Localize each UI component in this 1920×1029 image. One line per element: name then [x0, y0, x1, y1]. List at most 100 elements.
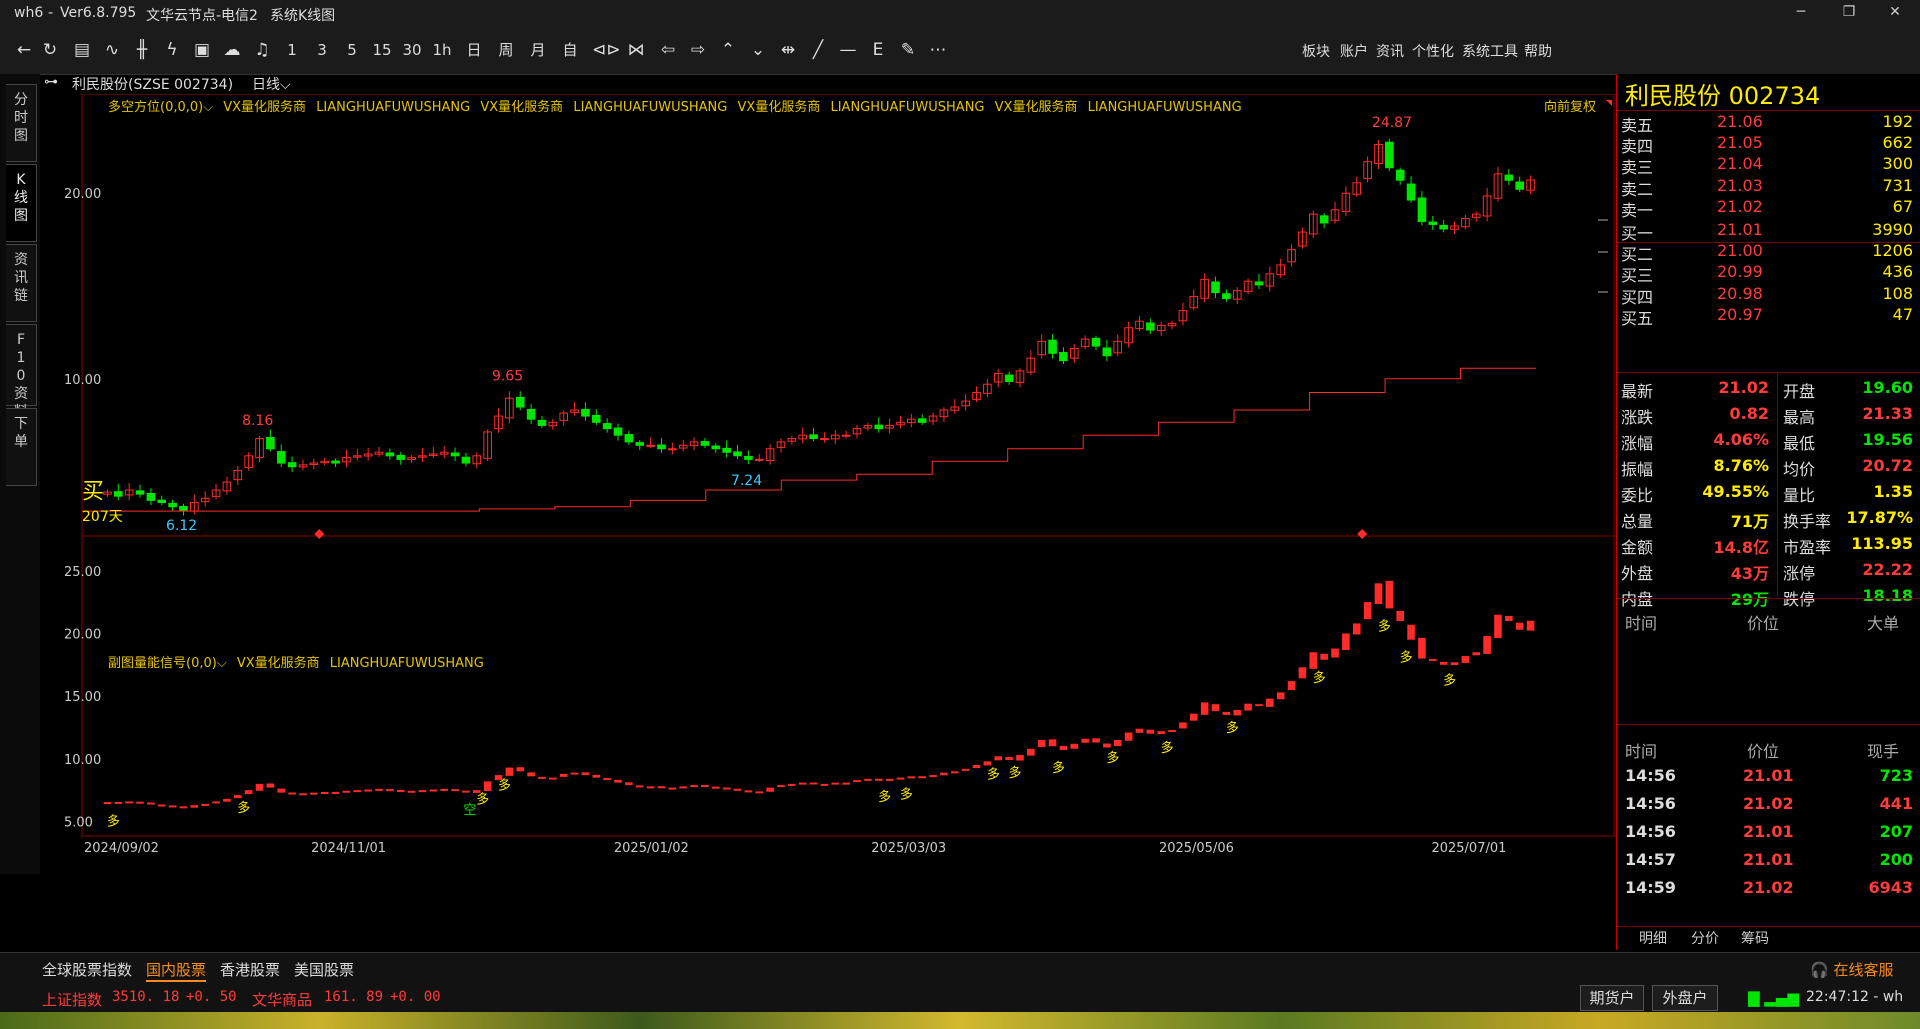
sub-signal-bar	[179, 806, 188, 809]
tab-price-dist[interactable]: 分价	[1691, 928, 1719, 948]
period-week[interactable]: 周	[494, 38, 518, 62]
bid-row[interactable]: 买一 21.01 3990	[1617, 220, 1920, 243]
index2-name[interactable]: 文华商品	[252, 989, 312, 1010]
tick-time: 14:56	[1625, 766, 1676, 785]
tab-timeshare[interactable]: 分时图	[6, 84, 37, 162]
long-signal-label: 多	[498, 778, 511, 794]
bid-row[interactable]: 买三 20.99 436	[1617, 262, 1920, 285]
ask-row[interactable]: 卖二 21.03 731	[1617, 176, 1920, 199]
tab-domestic-stock[interactable]: 国内股票	[146, 959, 207, 982]
candle-body	[1417, 197, 1427, 222]
zoom-in-icon[interactable]: ⊲⊳	[592, 38, 621, 62]
sub-signal-bar	[1037, 740, 1046, 748]
sub-ind-text: VX量化服务商	[236, 656, 320, 671]
crosshair-icon[interactable]: ⇹	[776, 38, 800, 62]
period-3[interactable]: 3	[310, 38, 334, 62]
panel-icon[interactable]: ▣	[190, 38, 214, 62]
bid-row[interactable]: 买二 21.00 1206	[1617, 241, 1920, 264]
back-icon[interactable]: ←	[12, 38, 36, 62]
period-custom[interactable]: 自	[558, 38, 582, 62]
tab-news-chain[interactable]: 资讯链	[6, 244, 37, 322]
cloud-icon[interactable]: ☁	[220, 38, 244, 62]
level-volume: 67	[1892, 196, 1913, 216]
adjust-mode[interactable]: 向前复权	[1544, 96, 1596, 115]
period-day[interactable]: 日	[462, 38, 486, 62]
lightning-icon[interactable]: ϟ	[160, 38, 184, 62]
sub-signal-bar	[233, 795, 242, 799]
tab-detail[interactable]: 明细	[1639, 928, 1667, 948]
list-icon[interactable]: ▤	[70, 38, 94, 62]
tick-row[interactable]: 14:57 21.01 200	[1617, 846, 1920, 874]
period-1h[interactable]: 1h	[430, 38, 454, 62]
chevron-down-icon[interactable]: ⌵	[217, 656, 227, 671]
ind-text: VX量化服务商	[737, 100, 821, 115]
link-icon[interactable]: ⊶	[44, 74, 58, 90]
menu-help[interactable]: 帮助	[1524, 41, 1552, 61]
arrow-left-icon[interactable]: ⇦	[656, 38, 680, 62]
tick-price: 21.02	[1743, 794, 1794, 813]
online-service[interactable]: 🎧 在线客服	[1810, 959, 1893, 980]
tick-row[interactable]: 14:56 21.01 723	[1617, 762, 1920, 790]
ask-row[interactable]: 卖四 21.05 662	[1617, 133, 1920, 156]
fx-account-button[interactable]: 外盘户	[1652, 985, 1718, 1011]
candle-body	[1406, 183, 1416, 201]
kline-chart[interactable]: 20.00 10.00 25.00 20.00 15.00 10.00 5.00 2024/0…	[40, 94, 1616, 950]
hline-icon[interactable]: —	[836, 38, 860, 62]
tick-row[interactable]: 14:59 21.02 6943	[1617, 874, 1920, 902]
period-month[interactable]: 月	[526, 38, 550, 62]
sub-signal-bar	[364, 789, 372, 792]
arrow-up-icon[interactable]: ⌃	[716, 38, 740, 62]
tab-kline[interactable]: K线图	[6, 164, 37, 242]
minimize-icon[interactable]: ─	[1790, 4, 1812, 24]
tick-row[interactable]: 14:56 21.01 207	[1617, 818, 1920, 846]
draw-line-icon[interactable]: ╱	[806, 38, 830, 62]
menu-personalize[interactable]: 个性化	[1412, 41, 1454, 61]
bid-row[interactable]: 买五 20.97 47	[1617, 305, 1920, 328]
tick-row[interactable]: 14:56 21.02 441	[1617, 790, 1920, 818]
text-tool-icon[interactable]: Ε	[866, 38, 890, 62]
zoom-out-icon[interactable]: ⋈	[624, 38, 648, 62]
col-price: 价位	[1747, 742, 1780, 761]
ask-row[interactable]: 卖一 21.02 67	[1617, 196, 1920, 220]
menu-news[interactable]: 资讯	[1376, 41, 1404, 61]
period-5[interactable]: 5	[340, 38, 364, 62]
chevron-down-icon[interactable]: ⌵	[203, 100, 213, 115]
refresh-icon[interactable]: ↻	[38, 38, 62, 62]
bid-row[interactable]: 买四 20.98 108	[1617, 284, 1920, 307]
timeshare-icon[interactable]: ∿	[100, 38, 124, 62]
close-icon[interactable]: ✕	[1884, 4, 1906, 24]
tab-f10[interactable]: F10资料	[6, 324, 37, 420]
tab-hk-stock[interactable]: 香港股票	[220, 959, 280, 980]
menu-system-tools[interactable]: 系统工具	[1462, 41, 1518, 61]
tab-global-index[interactable]: 全球股票指数	[42, 959, 132, 980]
sub-signal-bar	[136, 801, 144, 804]
server-node[interactable]: 文华云节点-电信2	[146, 5, 258, 25]
period-1[interactable]: 1	[280, 38, 304, 62]
index1-name[interactable]: 上证指数	[42, 989, 102, 1010]
eraser-icon[interactable]: ✎	[896, 38, 920, 62]
tab-chips[interactable]: 筹码	[1741, 928, 1769, 948]
futures-account-button[interactable]: 期货户	[1580, 985, 1644, 1011]
restore-icon[interactable]: ❐	[1838, 4, 1860, 24]
arrow-down-icon[interactable]: ⌄	[746, 38, 770, 62]
diamond-marker	[314, 529, 325, 539]
candle-body	[331, 460, 340, 464]
sub-signal-bar	[940, 772, 948, 776]
menu-account[interactable]: 账户	[1340, 41, 1368, 61]
tab-order[interactable]: 下单	[6, 408, 37, 486]
ask-row[interactable]: 卖三 21.04 300	[1617, 154, 1920, 177]
stock-label[interactable]: 利民股份(SZSE 002734)	[72, 74, 233, 94]
period-15[interactable]: 15	[370, 38, 394, 62]
ask-row[interactable]: 卖五 21.06 192	[1617, 112, 1920, 135]
arrow-right-icon[interactable]: ⇨	[686, 38, 710, 62]
kline-icon[interactable]: ╫	[130, 38, 154, 62]
tab-us-stock[interactable]: 美国股票	[294, 959, 354, 980]
tick-price: 21.01	[1743, 822, 1794, 841]
period-select[interactable]: 日线⌵	[252, 74, 291, 94]
period-30[interactable]: 30	[400, 38, 424, 62]
sub-indicator-title[interactable]: 副图量能信号(0,0)	[108, 656, 217, 671]
menu-sector[interactable]: 板块	[1302, 41, 1330, 61]
main-indicator-title[interactable]: 多空方位(0,0,0)	[108, 100, 203, 115]
more-icon[interactable]: ⋯	[926, 38, 950, 62]
alarm-bell-icon[interactable]: ♫	[250, 38, 274, 62]
